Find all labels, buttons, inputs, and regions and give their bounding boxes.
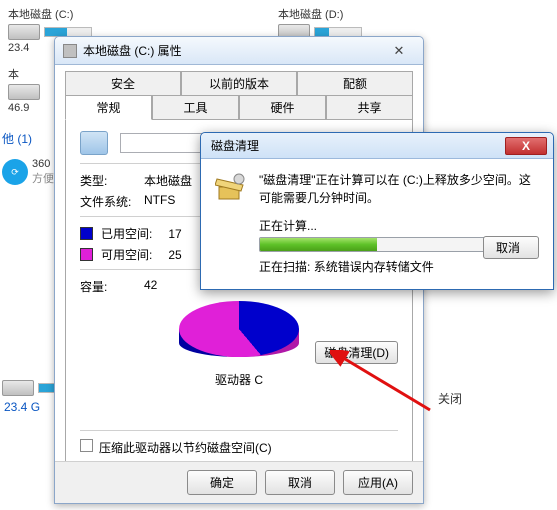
tab-quota[interactable]: 配额 [297,71,413,96]
ok-button[interactable]: 确定 [187,470,257,495]
scanning-value: 系统错误内存转储文件 [314,260,434,274]
cleanup-icon [215,171,247,203]
apply-button[interactable]: 应用(A) [343,470,413,495]
free-label: 可用空间: [101,246,152,263]
dialog-title: 本地磁盘 (C:) 属性 [83,42,182,59]
drive-icon [8,24,40,40]
drive-label: 本地磁盘 (D:) [278,6,362,22]
drive-icon [8,84,40,100]
drive-size-text: 23.4 G [4,400,40,414]
tab-tools[interactable]: 工具 [152,96,239,120]
pie-caption: 驱动器 C [80,371,398,388]
compress-checkbox[interactable] [80,439,93,452]
tab-sharing[interactable]: 共享 [326,96,413,120]
close-link[interactable]: 关闭 [438,390,462,407]
dialog-title: 磁盘清理 [211,137,259,154]
filesystem-label: 文件系统: [80,193,144,210]
tab-general[interactable]: 常规 [65,96,152,120]
calculating-label: 正在计算... [259,217,539,234]
cancel-button[interactable]: 取消 [265,470,335,495]
drive-icon [63,44,77,58]
dialog-button-row: 确定 取消 应用(A) [55,461,423,503]
tab-security[interactable]: 安全 [65,71,181,96]
cleanup-message: "磁盘清理"正在计算可以在 (C:)上释放多少空间。这可能需要几分钟时间。 [259,171,539,207]
tab-row-bottom: 常规 工具 硬件 共享 [65,96,413,120]
capacity-label: 容量: [80,278,144,295]
tab-previous-versions[interactable]: 以前的版本 [181,71,297,96]
category-link[interactable]: 他 (1) [2,130,32,147]
tab-hardware[interactable]: 硬件 [239,96,326,120]
filesystem-value: NTFS [144,193,175,210]
drive-label: 本 [8,66,40,82]
drive-label: 本地磁盘 (C:) [8,6,92,22]
used-label: 已用空间: [101,225,152,242]
compress-label: 压缩此驱动器以节约磁盘空间(C) [99,439,272,456]
scanning-label: 正在扫描: [259,260,310,274]
scanning-row: 正在扫描: 系统错误内存转储文件 [259,258,539,275]
divider [80,430,398,431]
item-360[interactable]: ⟳ 360 方便 [2,158,54,186]
used-value: 17 [168,227,181,241]
free-swatch [80,248,93,261]
close-button[interactable]: ✕ [383,43,415,59]
disk-cleanup-dialog: 磁盘清理 X "磁盘清理"正在计算可以在 (C:)上释放多少空间。这可能需要几分… [200,132,554,290]
drive-item[interactable]: 本 46.9 [8,66,40,114]
disk-cleanup-button[interactable]: 磁盘清理(D) [315,341,398,364]
app-icon: ⟳ [2,159,28,185]
drive-size: 46.9 [8,102,40,114]
type-label: 类型: [80,172,144,189]
type-value: 本地磁盘 [144,172,192,189]
drive-icon [80,131,108,155]
cancel-button[interactable]: 取消 [483,236,539,259]
used-swatch [80,227,93,240]
drive-item-d[interactable]: 本地磁盘 (D:) [278,6,362,40]
dialog-titlebar[interactable]: 本地磁盘 (C:) 属性 ✕ [55,37,423,65]
drive-icon [2,380,34,396]
close-button[interactable]: X [505,137,547,155]
free-value: 25 [168,248,181,262]
capacity-value: 42 [144,278,157,295]
dialog-titlebar[interactable]: 磁盘清理 X [201,133,553,159]
tab-row-top: 安全 以前的版本 配额 [65,71,413,96]
